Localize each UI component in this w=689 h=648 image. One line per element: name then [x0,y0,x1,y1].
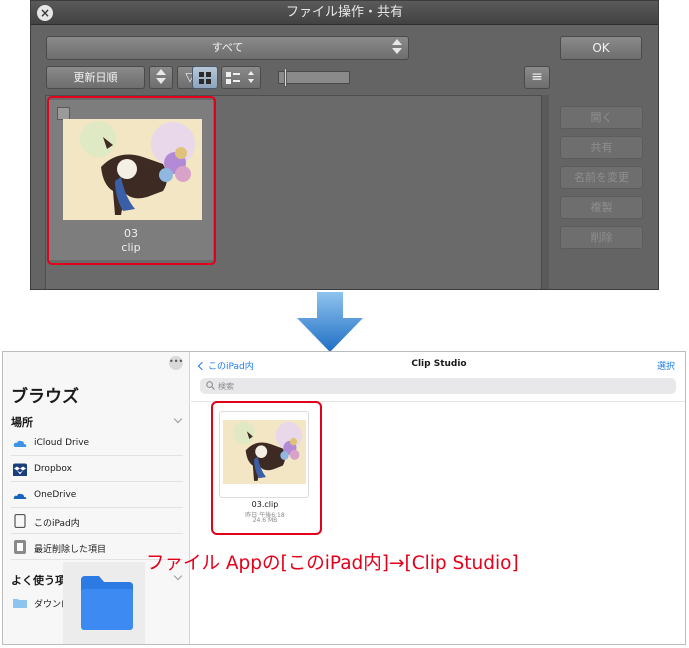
grid-icon [199,72,211,84]
file-operation-dialog: × ファイル操作・共有 すべて OK 更新日順 ▽ ≡ 03 clip 開く 共… [30,0,659,290]
sidebar-item-icloud-drive[interactable]: iCloud Drive [11,431,183,456]
search-icon [206,381,215,390]
folder-overlay [63,562,145,644]
slider-handle[interactable] [284,68,287,87]
sidebar-item-dropbox[interactable]: Dropbox [11,457,183,482]
list-icon [226,71,254,84]
dialog-titlebar: × ファイル操作・共有 [31,1,658,25]
icloud-icon [13,440,27,447]
instruction-caption: ファイル Appの[このiPad内]→[Clip Studio] [146,553,519,574]
trash-icon [14,540,26,554]
filter-select[interactable]: すべて [46,36,409,60]
dialog-title: ファイル操作・共有 [285,5,403,20]
sidebar-item-label: OneDrive [34,490,77,500]
sidebar-item-label: Dropbox [34,464,72,474]
sidebar-item-on-my-ipad[interactable]: このiPad内 [11,509,183,534]
places-header[interactable]: 場所 [11,414,33,430]
share-button[interactable]: 共有 [560,136,643,159]
browse-title: ブラウズ [11,387,79,407]
filter-value: すべて [211,41,244,54]
more-icon[interactable]: ••• [169,356,183,370]
list-view-button[interactable] [221,66,261,89]
rename-button[interactable]: 名前を変更 [560,166,643,189]
tile-view-button[interactable] [192,66,218,89]
delete-button[interactable]: 削除 [560,226,643,249]
files-app-window: ••• ブラウズ 場所 iCloud Drive Dropbox OneDriv… [2,351,686,645]
sidebar-item-label: このiPad内 [34,519,80,529]
down-arrow-icon [297,292,363,352]
select-button[interactable]: 選択 [657,359,675,372]
search-placeholder: 検索 [218,382,234,391]
folder-title: Clip Studio [411,359,467,369]
sidebar-item-onedrive[interactable]: OneDrive [11,483,183,508]
sort-select[interactable]: 更新日順 [46,66,145,89]
ok-button[interactable]: OK [560,36,642,60]
sidebar-item-label: 最近削除した項目 [34,545,107,555]
dropbox-icon [13,463,27,476]
duplicate-button[interactable]: 複製 [560,196,643,219]
highlight-frame [211,401,322,535]
chevron-down-icon[interactable] [173,414,183,424]
folder-icon [81,576,133,630]
ipad-icon [14,514,26,528]
sidebar-item-label: iCloud Drive [34,438,90,448]
open-button[interactable]: 開く [560,106,643,129]
search-input[interactable]: 検索 [200,378,676,394]
highlight-frame [47,96,216,265]
sort-stepper-icon[interactable] [149,66,173,89]
updown-arrows-icon [392,39,402,57]
folder-icon [13,599,27,608]
onedrive-icon [13,493,27,499]
menu-icon[interactable]: ≡ [524,66,550,89]
thumbnail-size-slider[interactable] [278,68,350,87]
scrollbar[interactable] [541,95,549,289]
sidebar: ••• ブラウズ 場所 iCloud Drive Dropbox OneDriv… [3,352,190,644]
favorites-header[interactable]: よく使う項 [11,572,66,588]
